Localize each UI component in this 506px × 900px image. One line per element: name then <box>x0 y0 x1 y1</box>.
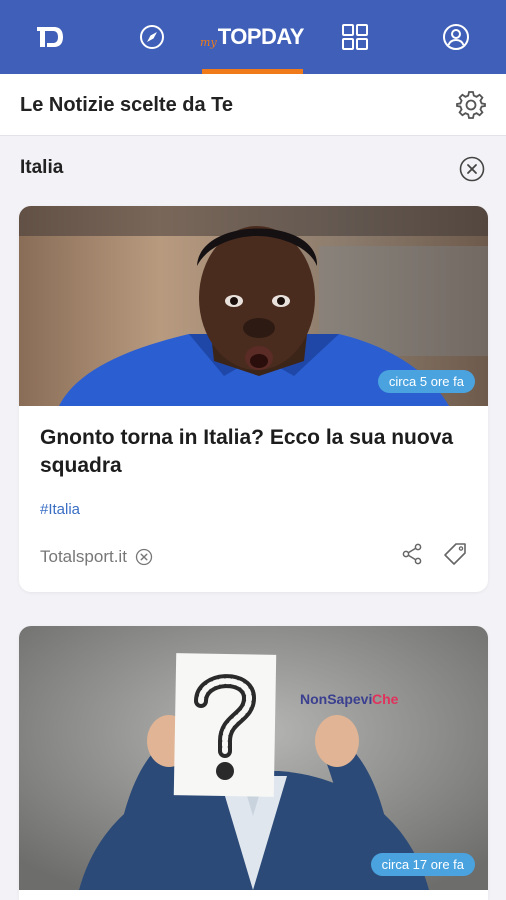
topic-title: Italia <box>20 157 64 178</box>
explore-button[interactable] <box>124 0 180 74</box>
gear-icon <box>456 91 486 119</box>
share-icon <box>402 543 422 565</box>
section-header: Le Notizie scelte da Te <box>0 74 506 136</box>
article-hashtag[interactable]: #Italia <box>40 501 80 518</box>
compass-icon <box>140 25 164 49</box>
page-title: Le Notizie scelte da Te <box>20 94 234 116</box>
watermark-text-a: NonSapevi <box>300 691 372 707</box>
article-image[interactable]: circa 5 ore fa <box>19 206 488 406</box>
news-card[interactable]: NonSapevi Che circa 17 ore fa <box>19 626 488 900</box>
article-headline[interactable]: Gnonto torna in Italia? Ecco la sua nuov… <box>40 424 470 480</box>
time-badge: circa 5 ore fa <box>377 370 475 393</box>
brand-prefix: my <box>200 36 217 49</box>
share-button[interactable] <box>399 541 425 567</box>
hide-source-button[interactable] <box>135 548 153 566</box>
tag-button[interactable] <box>443 541 469 567</box>
myday-brand: my TOPDAY <box>200 24 304 50</box>
article-source: Totalsport.it <box>40 547 127 566</box>
user-circle-icon <box>443 24 469 50</box>
topday-logo-icon <box>37 27 63 47</box>
settings-button[interactable] <box>455 89 487 121</box>
home-logo-button[interactable] <box>22 0 78 74</box>
close-circle-icon <box>459 156 485 182</box>
my-topday-tab[interactable]: my TOPDAY <box>200 0 304 74</box>
watermark-text-b: Che <box>372 691 399 707</box>
close-circle-icon <box>135 548 153 566</box>
news-card[interactable]: circa 5 ore fa Gnonto torna in Italia? E… <box>19 206 488 592</box>
top-nav-bar: my TOPDAY <box>0 0 506 74</box>
source-row: Totalsport.it <box>40 547 153 567</box>
time-badge: circa 17 ore fa <box>370 853 475 876</box>
remove-topic-button[interactable] <box>458 155 486 183</box>
tag-icon <box>444 543 466 565</box>
article-image[interactable]: NonSapevi Che circa 17 ore fa <box>19 626 488 890</box>
question-mark-sign-photo: NonSapevi Che <box>19 626 488 890</box>
profile-button[interactable] <box>428 0 484 74</box>
brand-name: TOPDAY <box>217 24 305 49</box>
categories-button[interactable] <box>327 0 383 74</box>
grid-icon <box>342 24 368 50</box>
